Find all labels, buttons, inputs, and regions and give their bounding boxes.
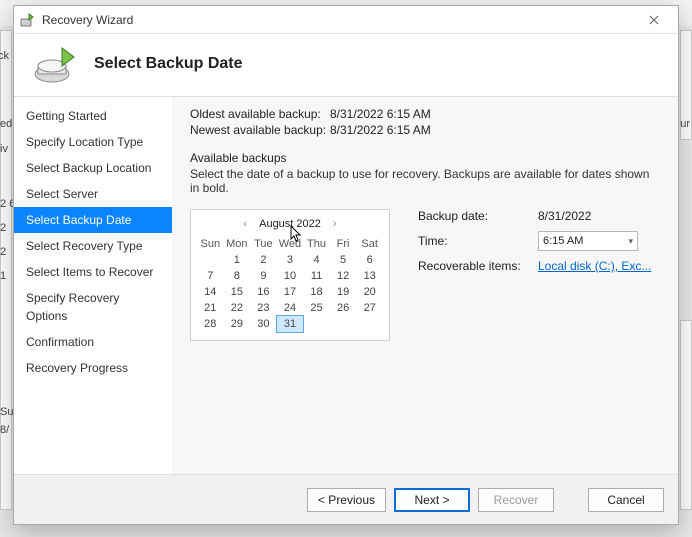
bg-text: iv <box>0 143 8 155</box>
calendar-day[interactable]: 15 <box>224 284 251 300</box>
calendar-prev-month[interactable]: ‹ <box>239 218 251 230</box>
next-button[interactable]: Next > <box>394 488 470 512</box>
wizard-step[interactable]: Specify Location Type <box>14 129 172 155</box>
window-title: Recovery Wizard <box>42 13 133 27</box>
wizard-step[interactable]: Confirmation <box>14 329 172 355</box>
bg-text: ed <box>0 118 12 130</box>
calendar-next-month[interactable]: › <box>329 218 341 230</box>
recover-button: Recover <box>478 488 554 512</box>
calendar-day[interactable]: 14 <box>197 284 224 300</box>
cancel-button[interactable]: Cancel <box>588 488 664 512</box>
available-backups-desc: Select the date of a backup to use for r… <box>190 167 660 195</box>
close-button[interactable] <box>636 9 672 31</box>
previous-button[interactable]: < Previous <box>307 488 386 512</box>
wizard-step[interactable]: Getting Started <box>14 103 172 129</box>
calendar-day[interactable]: 2 <box>250 252 277 268</box>
wizard-step[interactable]: Select Server <box>14 181 172 207</box>
bg-text: Su <box>0 406 13 418</box>
wizard-step[interactable]: Select Recovery Type <box>14 233 172 259</box>
calendar-day <box>197 252 224 268</box>
backup-date-label: Backup date: <box>418 209 538 223</box>
wizard-header: Select Backup Date <box>14 34 678 97</box>
calendar-day[interactable]: 20 <box>356 284 383 300</box>
calendar-day[interactable]: 30 <box>250 316 277 332</box>
calendar-dow: Tue <box>250 236 277 252</box>
wizard-footer: < Previous Next > Recover Cancel <box>14 474 678 524</box>
calendar-day[interactable]: 12 <box>330 268 357 284</box>
wizard-step[interactable]: Select Items to Recover <box>14 259 172 285</box>
bg-text: 2 <box>0 222 6 234</box>
backup-date-value: 8/31/2022 <box>538 209 660 223</box>
newest-backup-value: 8/31/2022 6:15 AM <box>330 123 431 137</box>
calendar-day[interactable]: 13 <box>356 268 383 284</box>
bg-text: 1 <box>0 270 6 282</box>
bg-text: 8/ <box>0 424 9 436</box>
wizard-steps-sidebar: Getting StartedSpecify Location TypeSele… <box>14 97 172 474</box>
calendar-day[interactable]: 25 <box>303 300 330 316</box>
calendar-day[interactable]: 26 <box>330 300 357 316</box>
chevron-down-icon: ▾ <box>628 236 633 247</box>
calendar-day[interactable]: 19 <box>330 284 357 300</box>
calendar-day[interactable]: 7 <box>197 268 224 284</box>
available-backups-title: Available backups <box>190 151 660 165</box>
calendar-day[interactable]: 16 <box>250 284 277 300</box>
bg-text: ck <box>0 50 12 62</box>
wizard-main-panel: Oldest available backup: 8/31/2022 6:15 … <box>172 97 678 474</box>
calendar-day[interactable]: 8 <box>224 268 251 284</box>
calendar-title: August 2022 <box>259 218 321 230</box>
calendar-dow: Wed <box>277 236 304 252</box>
recoverable-items-label: Recoverable items: <box>418 259 538 273</box>
calendar-day[interactable]: 18 <box>303 284 330 300</box>
wizard-step[interactable]: Recovery Progress <box>14 355 172 381</box>
calendar-dow: Sat <box>356 236 383 252</box>
calendar-dow: Sun <box>197 236 224 252</box>
time-label: Time: <box>418 234 538 248</box>
calendar-day[interactable]: 6 <box>356 252 383 268</box>
calendar-day[interactable]: 5 <box>330 252 357 268</box>
bg-text: 2 <box>0 246 6 258</box>
calendar-day[interactable]: 17 <box>277 284 304 300</box>
newest-backup-label: Newest available backup: <box>190 123 330 137</box>
calendar-grid: SunMonTueWedThuFriSat1234567891011121314… <box>197 236 383 332</box>
time-dropdown-value: 6:15 AM <box>543 235 583 247</box>
calendar-day[interactable]: 23 <box>250 300 277 316</box>
page-title: Select Backup Date <box>94 55 243 73</box>
calendar-day[interactable]: 31 <box>277 316 304 332</box>
wizard-step[interactable]: Select Backup Date <box>14 207 172 233</box>
background-window-right-bot <box>680 320 692 510</box>
bg-text: ur <box>680 118 690 130</box>
recovery-wizard-dialog: Recovery Wizard Select Backup Date Getti… <box>13 5 679 525</box>
calendar-day[interactable]: 24 <box>277 300 304 316</box>
calendar-day[interactable]: 10 <box>277 268 304 284</box>
close-icon <box>649 15 659 25</box>
title-bar[interactable]: Recovery Wizard <box>14 6 678 34</box>
calendar-day <box>303 316 330 332</box>
backup-calendar[interactable]: ‹ August 2022 › SunMonTueWedThuFriSat123… <box>190 209 390 341</box>
wizard-step[interactable]: Specify Recovery Options <box>14 285 172 329</box>
calendar-day[interactable]: 29 <box>224 316 251 332</box>
calendar-day[interactable]: 22 <box>224 300 251 316</box>
oldest-backup-label: Oldest available backup: <box>190 107 330 121</box>
calendar-day[interactable]: 9 <box>250 268 277 284</box>
oldest-backup-value: 8/31/2022 6:15 AM <box>330 107 431 121</box>
time-dropdown[interactable]: 6:15 AM ▾ <box>538 231 638 251</box>
recovery-wizard-icon <box>20 12 36 28</box>
calendar-dow: Thu <box>303 236 330 252</box>
calendar-day <box>330 316 357 332</box>
calendar-day <box>356 316 383 332</box>
recoverable-items-link[interactable]: Local disk (C:), Exc... <box>538 259 651 273</box>
calendar-day[interactable]: 4 <box>303 252 330 268</box>
calendar-day[interactable]: 3 <box>277 252 304 268</box>
calendar-day[interactable]: 21 <box>197 300 224 316</box>
wizard-step[interactable]: Select Backup Location <box>14 155 172 181</box>
calendar-day[interactable]: 11 <box>303 268 330 284</box>
recovery-large-icon <box>32 44 80 84</box>
calendar-day[interactable]: 1 <box>224 252 251 268</box>
calendar-dow: Mon <box>224 236 251 252</box>
calendar-day[interactable]: 28 <box>197 316 224 332</box>
calendar-day[interactable]: 27 <box>356 300 383 316</box>
backup-details: Backup date: 8/31/2022 Time: 6:15 AM ▾ <box>418 209 660 281</box>
calendar-dow: Fri <box>330 236 357 252</box>
